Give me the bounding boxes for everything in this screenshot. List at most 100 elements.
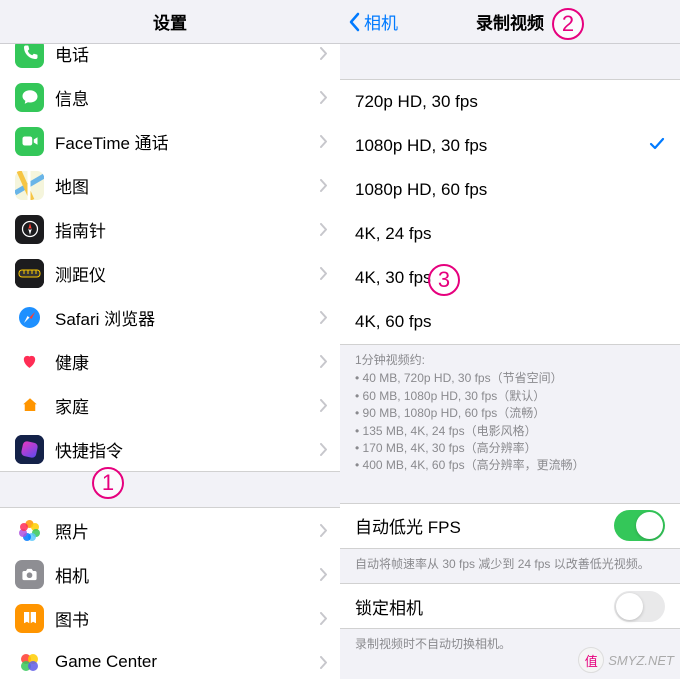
settings-group-1: 电话信息 FaceTime 通话地图指南针测距仪 Safari 浏览器健康家庭快捷指… bbox=[0, 44, 340, 472]
info-line: • 90 MB, 1080p HD, 60 fps（流畅） bbox=[355, 405, 665, 422]
watermark-icon: 值 bbox=[578, 647, 604, 673]
video-info-footer: 1分钟视频约: • 40 MB, 720p HD, 30 fps（节省空间）• … bbox=[340, 345, 680, 485]
msg-icon bbox=[15, 83, 44, 112]
lock-camera-toggle[interactable] bbox=[614, 591, 665, 622]
video-option[interactable]: 4K, 60 fps bbox=[340, 300, 680, 344]
option-label: 1080p HD, 60 fps bbox=[355, 180, 665, 200]
chevron-right-icon bbox=[320, 568, 328, 581]
annotation-badge-3: 3 bbox=[428, 264, 460, 296]
lock-camera-label: 锁定相机 bbox=[355, 594, 614, 619]
chevron-right-icon bbox=[320, 135, 328, 148]
option-label: 4K, 30 fps bbox=[355, 268, 665, 288]
auto-low-light-group: 自动低光 FPS bbox=[340, 503, 680, 549]
record-video-header: 相机 录制视频 bbox=[340, 0, 680, 44]
chevron-right-icon bbox=[320, 524, 328, 537]
compass-icon bbox=[15, 215, 44, 244]
chevron-right-icon bbox=[320, 399, 328, 412]
lock-camera-group: 锁定相机 bbox=[340, 583, 680, 629]
row-label: 电话 bbox=[55, 44, 320, 66]
chevron-right-icon bbox=[320, 267, 328, 280]
settings-row-camera[interactable]: 相机 bbox=[0, 552, 340, 596]
ft-icon bbox=[15, 127, 44, 156]
info-lines: • 40 MB, 720p HD, 30 fps（节省空间）• 60 MB, 1… bbox=[355, 370, 665, 474]
info-line: • 135 MB, 4K, 24 fps（电影风格） bbox=[355, 423, 665, 440]
gc-icon bbox=[15, 648, 44, 677]
group-gap bbox=[0, 472, 340, 507]
video-option[interactable]: 4K, 30 fps bbox=[340, 256, 680, 300]
back-label: 相机 bbox=[364, 9, 398, 34]
home-icon bbox=[15, 391, 44, 420]
row-label: 指南针 bbox=[55, 217, 320, 242]
record-video-pane: 相机 录制视频 720p HD, 30 fps 1080p HD, 30 fps 1… bbox=[340, 0, 680, 679]
gap bbox=[340, 485, 680, 503]
watermark: 值 SMYZ.NET bbox=[578, 647, 674, 673]
settings-row-health[interactable]: 健康 bbox=[0, 339, 340, 383]
auto-low-light-footer: 自动将帧速率从 30 fps 减少到 24 fps 以改善低光视频。 bbox=[340, 549, 680, 583]
toggle-knob bbox=[616, 593, 643, 620]
settings-row-books[interactable]: 图书 bbox=[0, 596, 340, 640]
info-line: • 170 MB, 4K, 30 fps（高分辨率） bbox=[355, 440, 665, 457]
safari-icon bbox=[15, 303, 44, 332]
settings-row-safari[interactable]: Safari 浏览器 bbox=[0, 295, 340, 339]
row-label: 相机 bbox=[55, 562, 320, 587]
measure-icon bbox=[15, 259, 44, 288]
chevron-right-icon bbox=[320, 47, 328, 60]
settings-row-phone[interactable]: 电话 bbox=[0, 44, 340, 75]
info-title: 1分钟视频约: bbox=[355, 352, 665, 369]
phone-icon bbox=[15, 44, 44, 68]
record-video-title: 录制视频 bbox=[476, 9, 544, 34]
info-line: • 40 MB, 720p HD, 30 fps（节省空间） bbox=[355, 370, 665, 387]
settings-row-measure[interactable]: 测距仪 bbox=[0, 251, 340, 295]
settings-row-shortcuts[interactable]: 快捷指令 bbox=[0, 427, 340, 471]
settings-row-home[interactable]: 家庭 bbox=[0, 383, 340, 427]
option-label: 4K, 24 fps bbox=[355, 224, 665, 244]
video-option[interactable]: 1080p HD, 30 fps bbox=[340, 124, 680, 168]
row-label: 健康 bbox=[55, 349, 320, 374]
gap bbox=[340, 44, 680, 79]
settings-row-gc[interactable]: Game Center bbox=[0, 640, 340, 679]
map-icon bbox=[15, 171, 44, 200]
auto-low-light-toggle[interactable] bbox=[614, 510, 665, 541]
auto-low-light-row: 自动低光 FPS bbox=[340, 504, 680, 548]
settings-title: 设置 bbox=[153, 9, 187, 34]
settings-row-map[interactable]: 地图 bbox=[0, 163, 340, 207]
settings-row-ft[interactable]: FaceTime 通话 bbox=[0, 119, 340, 163]
photos-icon bbox=[15, 516, 44, 545]
video-option[interactable]: 720p HD, 30 fps bbox=[340, 80, 680, 124]
chevron-right-icon bbox=[320, 223, 328, 236]
chevron-left-icon bbox=[348, 12, 360, 32]
auto-low-light-label: 自动低光 FPS bbox=[355, 513, 614, 538]
row-label: Safari 浏览器 bbox=[55, 305, 320, 330]
row-label: 照片 bbox=[55, 518, 320, 543]
video-option[interactable]: 1080p HD, 60 fps bbox=[340, 168, 680, 212]
watermark-text: SMYZ.NET bbox=[608, 653, 674, 668]
camera-icon bbox=[15, 560, 44, 589]
video-option[interactable]: 4K, 24 fps bbox=[340, 212, 680, 256]
chevron-right-icon bbox=[320, 179, 328, 192]
chevron-right-icon bbox=[320, 91, 328, 104]
chevron-right-icon bbox=[320, 612, 328, 625]
option-label: 1080p HD, 30 fps bbox=[355, 136, 649, 156]
info-line: • 60 MB, 1080p HD, 30 fps（默认） bbox=[355, 388, 665, 405]
settings-header: 设置 bbox=[0, 0, 340, 44]
video-options-list: 720p HD, 30 fps 1080p HD, 30 fps 1080p HD,… bbox=[340, 79, 680, 345]
health-icon bbox=[15, 347, 44, 376]
back-button[interactable]: 相机 bbox=[348, 9, 398, 34]
books-icon bbox=[15, 604, 44, 633]
settings-row-msg[interactable]: 信息 bbox=[0, 75, 340, 119]
row-label: 测距仪 bbox=[55, 261, 320, 286]
settings-group-2: 照片相机图书Game Center bbox=[0, 507, 340, 679]
chevron-right-icon bbox=[320, 443, 328, 456]
row-label: 地图 bbox=[55, 173, 320, 198]
chevron-right-icon bbox=[320, 656, 328, 669]
row-label: 快捷指令 bbox=[55, 437, 320, 462]
settings-row-photos[interactable]: 照片 bbox=[0, 508, 340, 552]
row-label: 信息 bbox=[55, 85, 320, 110]
row-label: 家庭 bbox=[55, 393, 320, 418]
shortcuts-icon bbox=[15, 435, 44, 464]
settings-row-compass[interactable]: 指南针 bbox=[0, 207, 340, 251]
lock-camera-row: 锁定相机 bbox=[340, 584, 680, 628]
option-label: 4K, 60 fps bbox=[355, 312, 665, 332]
settings-pane: 设置 电话信息 FaceTime 通话地图指南针测距仪 Safari 浏览器健康家庭… bbox=[0, 0, 340, 679]
toggle-knob bbox=[636, 512, 663, 539]
